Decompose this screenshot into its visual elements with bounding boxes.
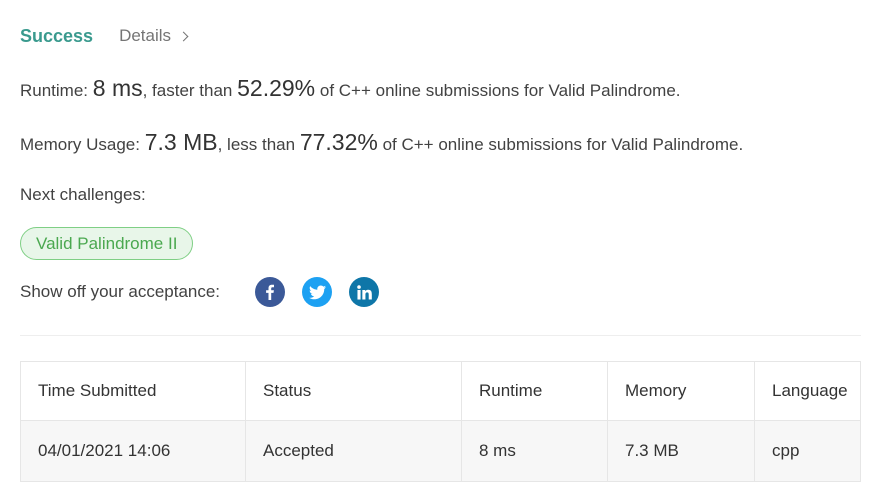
submissions-table: Time Submitted Status Runtime Memory Lan… bbox=[20, 361, 861, 482]
facebook-icon bbox=[266, 284, 275, 300]
linkedin-share-button[interactable] bbox=[349, 277, 380, 307]
chevron-right-icon bbox=[178, 31, 189, 41]
section-divider bbox=[20, 335, 861, 336]
runtime-percent: 52.29% bbox=[237, 75, 316, 101]
runtime-line: Runtime: 8 ms, faster than 52.29% of C++… bbox=[20, 75, 681, 102]
memory-compare-text: , less than bbox=[217, 135, 296, 154]
memory-line: Memory Usage: 7.3 MB, less than 77.32% o… bbox=[20, 129, 743, 156]
column-header-language: Language bbox=[754, 361, 861, 421]
share-row: Show off your acceptance: bbox=[20, 276, 380, 308]
runtime-compare-text: , faster than bbox=[142, 81, 233, 100]
cell-time-submitted: 04/01/2021 14:06 bbox=[20, 420, 246, 482]
status-title: Success bbox=[20, 25, 94, 46]
column-header-memory: Memory bbox=[607, 361, 755, 421]
cell-language: cpp bbox=[754, 420, 861, 482]
table-header-row: Time Submitted Status Runtime Memory Lan… bbox=[20, 361, 861, 421]
memory-percent: 77.32% bbox=[299, 129, 378, 155]
column-header-runtime: Runtime bbox=[461, 361, 608, 421]
memory-label: Memory Usage: bbox=[20, 135, 140, 154]
result-header: Success Details bbox=[20, 24, 189, 48]
challenge-link-valid-palindrome-ii[interactable]: Valid Palindrome II bbox=[20, 227, 194, 260]
runtime-value: 8 ms bbox=[92, 75, 143, 101]
runtime-label: Runtime: bbox=[20, 81, 89, 100]
memory-value: 7.3 MB bbox=[144, 129, 218, 155]
facebook-share-button[interactable] bbox=[255, 277, 286, 307]
next-challenges-label: Next challenges: bbox=[20, 185, 146, 204]
memory-suffix: of C++ online submissions for Valid Pali… bbox=[382, 135, 744, 154]
twitter-icon bbox=[308, 284, 326, 299]
cell-memory: 7.3 MB bbox=[607, 420, 755, 482]
twitter-share-button[interactable] bbox=[302, 277, 333, 307]
status-accepted-link[interactable]: Accepted bbox=[245, 420, 462, 482]
column-header-time-submitted: Time Submitted bbox=[20, 361, 246, 421]
details-link[interactable]: Details bbox=[119, 26, 189, 46]
column-header-status: Status bbox=[245, 361, 462, 421]
cell-runtime: 8 ms bbox=[461, 420, 608, 482]
table-row: 04/01/2021 14:06 Accepted 8 ms 7.3 MB cp… bbox=[20, 420, 861, 482]
details-label: Details bbox=[119, 26, 172, 45]
share-label: Show off your acceptance: bbox=[20, 282, 221, 301]
runtime-suffix: of C++ online submissions for Valid Pali… bbox=[319, 81, 681, 100]
linkedin-icon bbox=[356, 284, 372, 300]
